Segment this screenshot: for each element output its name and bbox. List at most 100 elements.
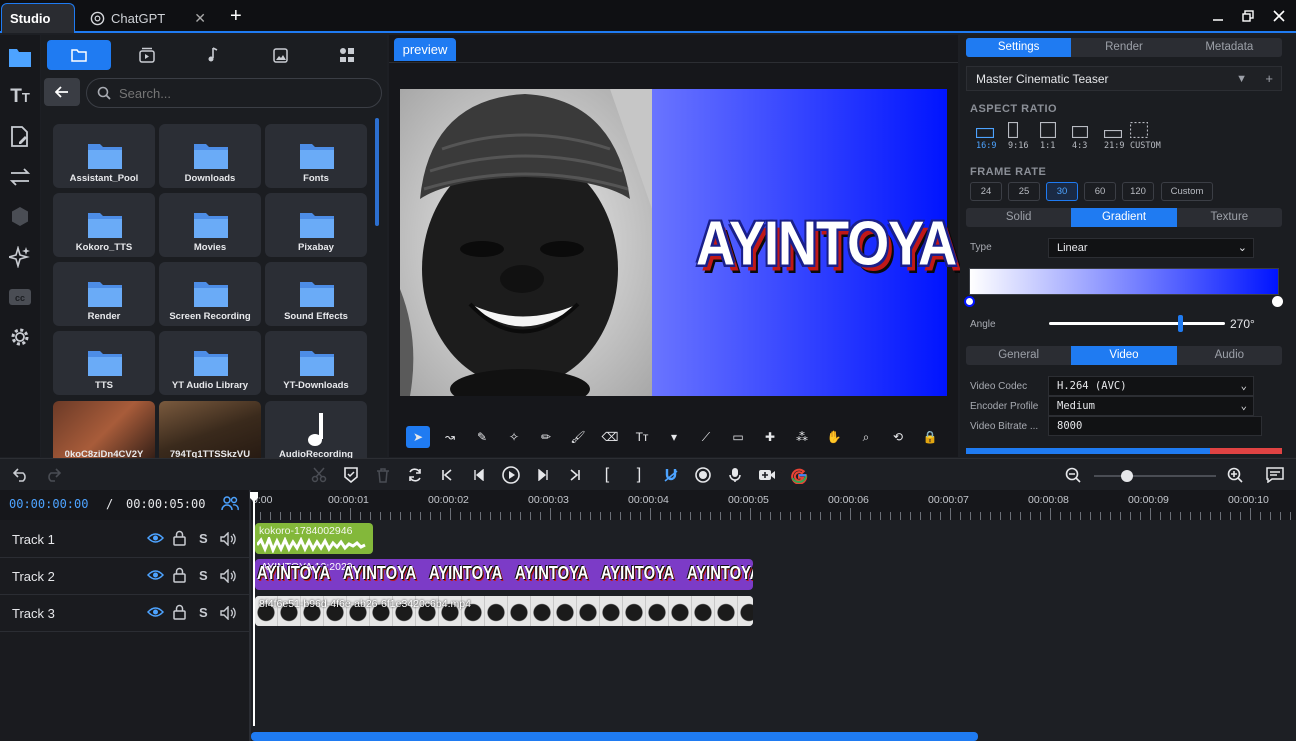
- volume-icon[interactable]: [220, 606, 236, 620]
- track-header[interactable]: Track 3 S: [0, 595, 249, 632]
- encoder-profile-select[interactable]: Medium ⌄: [1048, 396, 1254, 416]
- folder-tile[interactable]: Fonts: [265, 124, 367, 188]
- marker-shield-icon[interactable]: [342, 466, 360, 484]
- transitions-icon[interactable]: [8, 165, 32, 189]
- bitrate-input[interactable]: 8000: [1048, 416, 1262, 436]
- add-video-icon[interactable]: [758, 466, 776, 484]
- snap-magnet-icon[interactable]: [662, 466, 680, 484]
- angle-slider[interactable]: [1049, 315, 1225, 332]
- select-arrow-icon[interactable]: ➤: [406, 426, 430, 448]
- folder-tile[interactable]: Render: [53, 262, 155, 326]
- search-field[interactable]: [86, 78, 382, 108]
- fps-option[interactable]: Custom: [1161, 182, 1213, 201]
- lock-icon[interactable]: 🔒: [918, 426, 942, 448]
- solo-button[interactable]: S: [199, 531, 208, 546]
- eye-visibility-icon[interactable]: [147, 606, 164, 618]
- sparkle-effects-icon[interactable]: [8, 245, 32, 269]
- folder-tile[interactable]: Sound Effects: [265, 262, 367, 326]
- track-header[interactable]: Track 1 S: [0, 521, 249, 558]
- folder-tile[interactable]: Assistant_Pool: [53, 124, 155, 188]
- text-tool-icon[interactable]: Tт: [630, 426, 654, 448]
- video-clip[interactable]: 8f4f6e51-b96d-4f6e-ab26-6f1e3420c6b4.mp4: [255, 596, 753, 626]
- fill-bucket-icon[interactable]: ▾: [662, 426, 686, 448]
- gradient-stop-start[interactable]: [964, 296, 975, 307]
- tab-gradient[interactable]: Gradient: [1071, 208, 1177, 227]
- folder-tile[interactable]: TTS: [53, 331, 155, 395]
- tab-studio[interactable]: Studio: [1, 3, 75, 33]
- tab-elements-media[interactable]: [315, 40, 379, 70]
- solo-button[interactable]: S: [199, 568, 208, 583]
- record-icon[interactable]: [694, 466, 712, 484]
- eye-visibility-icon[interactable]: [147, 569, 164, 581]
- zoom-in-icon[interactable]: [1226, 466, 1244, 484]
- tab-solid[interactable]: Solid: [966, 208, 1071, 227]
- tab-audio-media[interactable]: [181, 40, 245, 70]
- trash-icon[interactable]: [374, 466, 392, 484]
- tab-general[interactable]: General: [966, 346, 1071, 365]
- tab-folders[interactable]: [47, 40, 111, 70]
- text-icon[interactable]: TT: [8, 85, 32, 109]
- eyedropper-icon[interactable]: ⟋: [694, 426, 718, 448]
- microphone-icon[interactable]: [726, 466, 744, 484]
- new-tab-button[interactable]: +: [230, 5, 242, 28]
- previous-frame-icon[interactable]: [470, 466, 488, 484]
- settings-gear-icon[interactable]: [8, 325, 32, 349]
- media-scrollbar[interactable]: [375, 118, 379, 226]
- preview-photo[interactable]: [400, 89, 652, 396]
- lock-icon[interactable]: [173, 604, 186, 620]
- folder-tile[interactable]: Downloads: [159, 124, 261, 188]
- next-frame-icon[interactable]: [534, 466, 552, 484]
- magic-wand-icon[interactable]: ✧: [502, 426, 526, 448]
- media-folder-icon[interactable]: [8, 45, 32, 69]
- aspect-option[interactable]: CUSTOM: [1130, 121, 1161, 153]
- zoom-tool-icon[interactable]: ⌕: [854, 426, 878, 448]
- audio-clip[interactable]: kokoro-1784002946: [255, 523, 373, 554]
- folder-tile[interactable]: YT-Downloads: [265, 331, 367, 395]
- tab-video[interactable]: Video: [1071, 346, 1177, 365]
- ruler-icon[interactable]: ▭: [726, 426, 750, 448]
- angle-slider-handle[interactable]: [1178, 315, 1183, 332]
- lock-icon[interactable]: [173, 530, 186, 546]
- folder-tile[interactable]: Screen Recording: [159, 262, 261, 326]
- playhead[interactable]: [250, 492, 258, 726]
- tab-render[interactable]: Render: [1071, 38, 1176, 57]
- mark-in-icon[interactable]: [: [598, 466, 616, 484]
- gradient-preview-bar[interactable]: [969, 268, 1279, 295]
- brush-icon[interactable]: 🖌: [566, 426, 590, 448]
- gradient-stop-end[interactable]: [1272, 296, 1283, 307]
- aspect-option[interactable]: 16:9: [976, 121, 1006, 153]
- play-button[interactable]: [502, 466, 520, 484]
- fps-option[interactable]: 25: [1008, 182, 1040, 201]
- tab-video-media[interactable]: [115, 40, 179, 70]
- 3d-cube-icon[interactable]: [8, 205, 32, 229]
- loop-icon[interactable]: [406, 466, 424, 484]
- eraser-icon[interactable]: ⌫: [598, 426, 622, 448]
- media-file-thumb[interactable]: 794Tq1TTSSkzVU: [159, 401, 261, 465]
- fps-option[interactable]: 60: [1084, 182, 1116, 201]
- gradient-type-select[interactable]: Linear ⌄: [1048, 238, 1254, 258]
- preview-tab[interactable]: preview: [394, 38, 456, 61]
- pen-icon[interactable]: ✎: [470, 426, 494, 448]
- minimize-button[interactable]: [1207, 6, 1229, 26]
- codec-select[interactable]: H.264 (AVC) ⌄: [1048, 376, 1254, 396]
- collaborators-icon[interactable]: [221, 495, 239, 511]
- text-clip[interactable]: AYINTOYA 12:2029 AYINTOYA AYINTOYA AYINTOY…: [255, 559, 753, 590]
- curved-arrow-icon[interactable]: ↝: [438, 426, 462, 448]
- eye-visibility-icon[interactable]: [147, 532, 164, 544]
- rotate-icon[interactable]: ⟲: [886, 426, 910, 448]
- folder-tile[interactable]: YT Audio Library: [159, 331, 261, 395]
- tab-texture[interactable]: Texture: [1177, 208, 1282, 227]
- close-window-button[interactable]: [1268, 6, 1290, 26]
- solo-button[interactable]: S: [199, 605, 208, 620]
- aspect-option[interactable]: 9:16: [1008, 121, 1038, 153]
- pencil-icon[interactable]: ✏: [534, 426, 558, 448]
- lock-icon[interactable]: [173, 567, 186, 583]
- subtitles-panel-icon[interactable]: [1266, 466, 1284, 484]
- tab-chatgpt[interactable]: ChatGPT ✕: [80, 3, 220, 33]
- timeline-ruler[interactable]: 0:00 00:00:01 00:00:02 00:00:03 00:00:04 00:0…: [250, 490, 1296, 520]
- scissors-icon[interactable]: [310, 466, 328, 484]
- shapes-icon[interactable]: ⁂: [790, 426, 814, 448]
- zoom-slider[interactable]: [1094, 470, 1216, 482]
- volume-icon[interactable]: [220, 532, 236, 546]
- tab-metadata[interactable]: Metadata: [1177, 38, 1282, 57]
